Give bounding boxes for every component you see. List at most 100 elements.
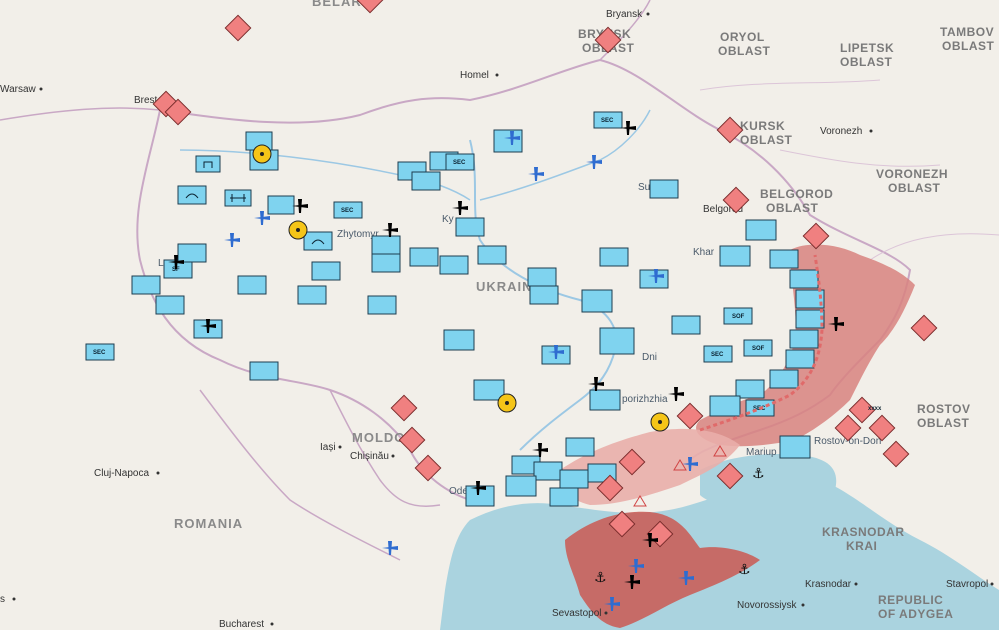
svg-text:Mariup: Mariup (746, 447, 777, 458)
unit-marker[interactable] (297, 285, 327, 305)
unit-marker[interactable] (311, 261, 341, 281)
city-krasnodar[interactable]: Krasnodar (805, 579, 858, 590)
city-chisinau[interactable]: Chișinău (350, 451, 395, 462)
army-echelon-label: xxxx (868, 406, 882, 412)
unit-marker[interactable] (529, 285, 559, 305)
city-sumy[interactable]: Su (638, 182, 650, 193)
city-stavropol[interactable]: Stavropol (946, 579, 994, 590)
svg-text:OBLAST: OBLAST (766, 201, 819, 215)
unit-marker[interactable] (367, 295, 397, 315)
unit-marker[interactable] (411, 171, 441, 191)
unit-marker-sec[interactable]: SEC (593, 111, 623, 129)
unit-marker[interactable] (639, 269, 669, 289)
svg-text:VORONEZH: VORONEZH (876, 167, 948, 181)
city-dnipro[interactable]: Dni (642, 352, 657, 363)
unit-marker[interactable] (371, 253, 401, 273)
svg-text:ORYOL: ORYOL (720, 30, 765, 44)
unit-marker-sec[interactable]: SEC (445, 153, 475, 171)
svg-text:Bucharest: Bucharest (219, 619, 264, 630)
unit-marker[interactable] (224, 189, 252, 207)
unit-marker[interactable] (533, 461, 563, 481)
unit-marker[interactable] (779, 435, 811, 459)
nuclear-plant-icon[interactable] (497, 393, 517, 413)
map-view[interactable]: UKRAINE ROMANIA MOLDO BELAR ORYOL OBLAST… (0, 0, 999, 630)
city-sevastopol[interactable]: Sevastopol (552, 608, 608, 619)
unit-marker[interactable] (789, 329, 819, 349)
unit-marker[interactable] (155, 295, 185, 315)
unit-marker[interactable] (177, 243, 207, 263)
city-kharkiv[interactable]: Khar (693, 247, 715, 258)
anchor-icon[interactable]: ⚓ (752, 466, 765, 482)
city-lviv[interactable]: L (158, 258, 164, 269)
region-label-kursk: KURSK OBLAST (740, 119, 793, 147)
unit-marker-sec[interactable]: SEC (703, 345, 733, 363)
unit-marker-sof[interactable]: SOF (743, 339, 773, 357)
svg-text:Chișinău: Chișinău (350, 451, 389, 462)
unit-marker[interactable] (473, 379, 505, 401)
unit-marker[interactable] (131, 275, 161, 295)
svg-text:OBLAST: OBLAST (942, 39, 995, 53)
unit-marker[interactable] (439, 255, 469, 275)
svg-text:s: s (0, 594, 5, 605)
unit-marker[interactable] (599, 247, 629, 267)
unit-marker[interactable] (237, 275, 267, 295)
unit-marker[interactable] (267, 195, 295, 215)
unit-marker[interactable] (581, 289, 613, 313)
unit-marker[interactable] (719, 245, 751, 267)
unit-marker[interactable] (735, 379, 765, 399)
svg-text:Stavropol: Stavropol (946, 579, 988, 590)
nuclear-plant-icon[interactable] (288, 220, 308, 240)
svg-text:REPUBLIC: REPUBLIC (878, 593, 943, 607)
unit-marker[interactable] (493, 129, 523, 153)
unit-marker[interactable] (527, 267, 557, 287)
unit-marker[interactable] (177, 185, 207, 205)
svg-text:SEC: SEC (601, 118, 614, 124)
svg-text:porizhzhia: porizhzhia (622, 394, 668, 405)
unit-marker-sec[interactable]: SEC (85, 343, 115, 361)
unit-marker[interactable] (599, 327, 635, 355)
svg-text:Warsaw: Warsaw (0, 84, 37, 95)
unit-marker[interactable] (709, 395, 741, 417)
map-canvas[interactable]: UKRAINE ROMANIA MOLDO BELAR ORYOL OBLAST… (0, 0, 999, 630)
unit-marker[interactable] (795, 309, 825, 329)
unit-marker[interactable] (769, 369, 799, 389)
unit-marker-sec[interactable]: SEC (333, 201, 363, 219)
unit-marker[interactable] (195, 155, 221, 173)
city-zaporizhzhia[interactable]: porizhzhia (622, 394, 668, 405)
svg-text:OBLAST: OBLAST (917, 416, 970, 430)
unit-marker[interactable] (371, 235, 401, 255)
unit-marker[interactable] (443, 329, 475, 351)
nuclear-plant-icon[interactable] (252, 144, 272, 164)
unit-marker[interactable] (745, 219, 777, 241)
region-label-oryol: ORYOL OBLAST (718, 30, 770, 58)
city-odesa[interactable]: Ode (449, 486, 468, 497)
unit-marker[interactable] (455, 217, 485, 237)
unit-marker[interactable] (785, 349, 815, 369)
city-kyiv[interactable]: Ky (442, 214, 454, 225)
anchor-icon[interactable]: ⚓ (594, 570, 607, 586)
svg-text:SEC: SEC (711, 352, 724, 358)
svg-text:OBLAST: OBLAST (740, 133, 793, 147)
unit-marker[interactable] (589, 389, 621, 411)
unit-marker[interactable] (409, 247, 439, 267)
city-mariupol[interactable]: Mariup (746, 447, 777, 458)
unit-marker[interactable] (549, 487, 579, 507)
unit-marker[interactable] (303, 231, 333, 251)
unit-marker-sof[interactable]: SOF (723, 307, 753, 325)
unit-marker[interactable] (477, 245, 507, 265)
unit-marker[interactable] (671, 315, 701, 335)
unit-marker[interactable] (249, 361, 279, 381)
unit-marker[interactable] (789, 269, 819, 289)
unit-marker[interactable] (565, 437, 595, 457)
svg-text:Bryansk: Bryansk (606, 9, 643, 20)
svg-text:Dni: Dni (642, 352, 657, 363)
anchor-icon[interactable]: ⚓ (738, 562, 751, 578)
nuclear-plant-icon[interactable] (650, 412, 670, 432)
city-novorossiysk[interactable]: Novorossiysk (737, 600, 805, 611)
svg-text:KURSK: KURSK (740, 119, 785, 133)
unit-marker[interactable] (649, 179, 679, 199)
unit-marker[interactable] (769, 249, 799, 269)
unit-marker[interactable] (505, 475, 537, 497)
svg-text:Sevastopol: Sevastopol (552, 608, 601, 619)
unit-marker[interactable] (559, 469, 589, 489)
